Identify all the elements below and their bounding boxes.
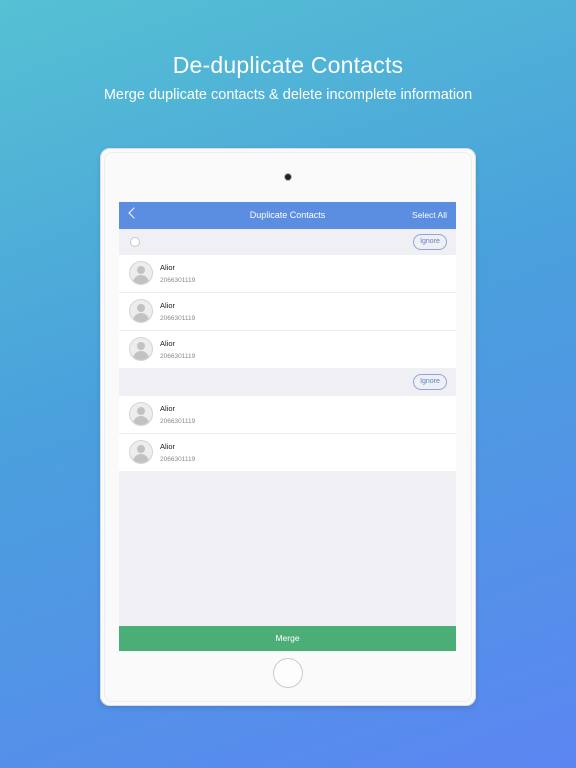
contact-name: Alior bbox=[160, 442, 176, 451]
contact-name: Alior bbox=[160, 404, 176, 413]
contact-phone: 2066301119 bbox=[160, 277, 196, 284]
contact-row[interactable]: Alior 2066301119 bbox=[119, 293, 456, 331]
ignore-button[interactable]: Ignore bbox=[413, 234, 447, 250]
contact-name: Alior bbox=[160, 263, 176, 272]
contact-phone: 2066301119 bbox=[160, 418, 196, 425]
contact-phone: 2066301119 bbox=[160, 315, 196, 322]
page-title: Duplicate Contacts bbox=[249, 210, 326, 220]
merge-button[interactable]: Merge bbox=[119, 626, 456, 651]
home-button[interactable] bbox=[273, 658, 303, 688]
contact-name: Alior bbox=[160, 301, 176, 310]
app-screen: Duplicate Contacts Select All Ignore Ali… bbox=[119, 202, 456, 651]
subheadline: Merge duplicate contacts & delete incomp… bbox=[103, 87, 473, 103]
nav-bar: Duplicate Contacts Select All bbox=[119, 202, 456, 229]
contact-name: Alior bbox=[160, 339, 176, 348]
contact-row[interactable]: Alior 2066301119 bbox=[119, 396, 456, 434]
contact-group-list: Alior 2066301119 Alior 2066301119 bbox=[119, 396, 456, 471]
contact-phone: 2066301119 bbox=[160, 353, 196, 360]
contact-row[interactable]: Alior 2066301119 bbox=[119, 331, 456, 368]
contact-row[interactable]: Alior 2066301119 bbox=[119, 434, 456, 471]
avatar-icon bbox=[129, 440, 153, 464]
group-header: Ignore bbox=[119, 229, 456, 255]
contact-row[interactable]: Alior 2066301119 bbox=[119, 255, 456, 293]
contact-group-list: Alior 2066301119 Alior 2066301119 Alior … bbox=[119, 255, 456, 368]
group-header: Ignore bbox=[119, 369, 456, 396]
avatar-icon bbox=[129, 337, 153, 361]
contact-phone: 2066301119 bbox=[160, 456, 196, 463]
select-all-button[interactable]: Select All bbox=[412, 210, 447, 220]
ignore-button[interactable]: Ignore bbox=[413, 374, 447, 390]
group-select-radio[interactable] bbox=[130, 237, 140, 247]
headline: De-duplicate Contacts bbox=[172, 52, 404, 78]
tablet-frame: Duplicate Contacts Select All Ignore Ali… bbox=[100, 148, 476, 706]
camera-icon bbox=[285, 174, 291, 180]
avatar-icon bbox=[129, 402, 153, 426]
avatar-icon bbox=[129, 299, 153, 323]
avatar-icon bbox=[129, 261, 153, 285]
